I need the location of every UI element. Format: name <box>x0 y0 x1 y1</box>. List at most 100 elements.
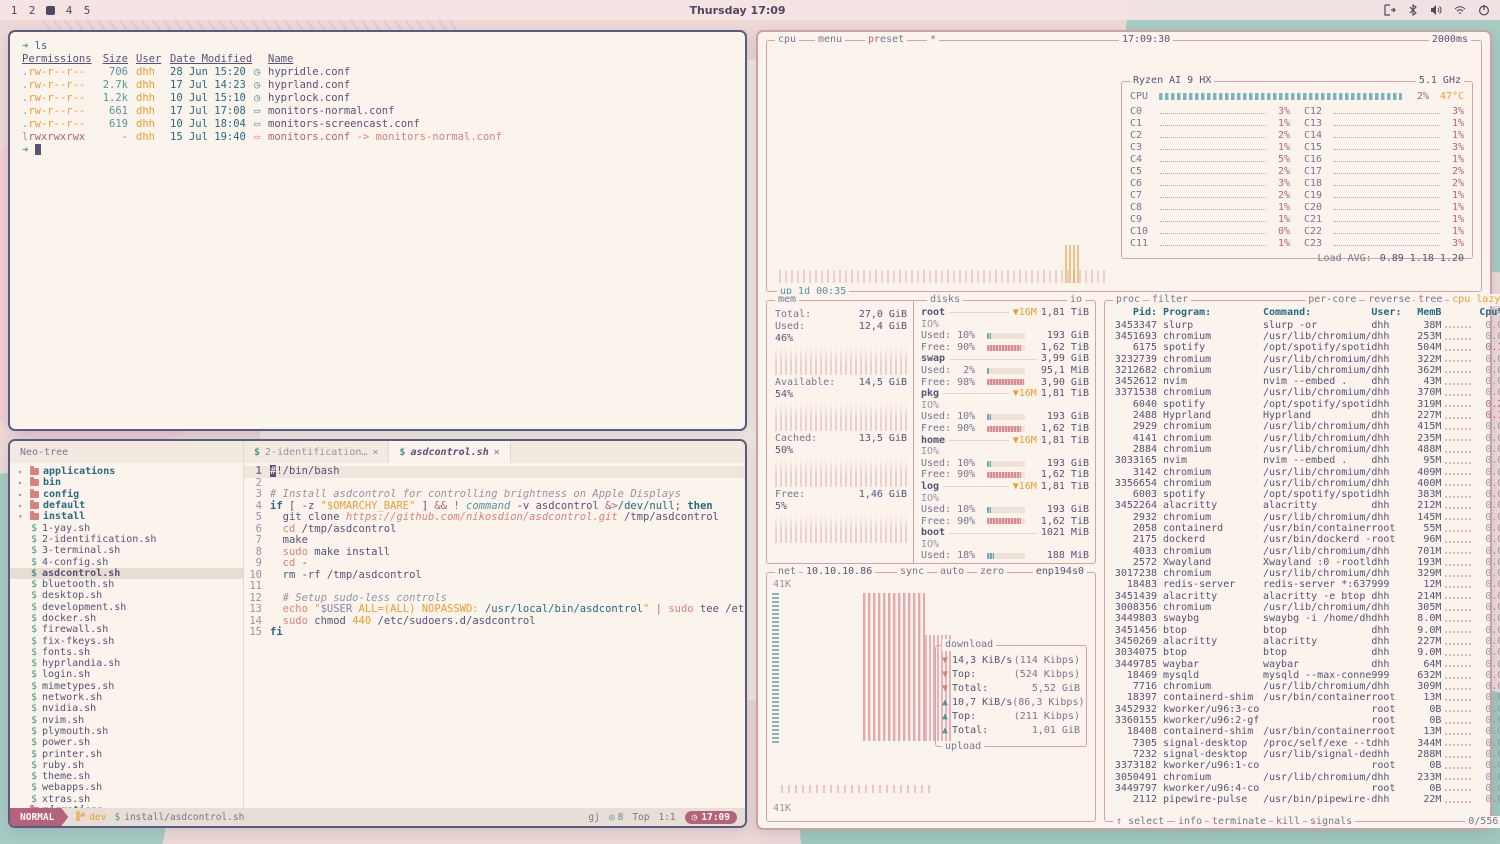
process-row[interactable]: 3212682chromium/usr/lib/chromium/dhh362M… <box>1111 365 1500 376</box>
process-row[interactable]: 2572XwaylandXwayland :0 -rootldhh193M0.0 <box>1111 557 1500 568</box>
info-button[interactable]: info <box>1175 816 1205 828</box>
close-icon[interactable]: × <box>372 447 378 458</box>
process-row[interactable]: 2932chromium/usr/lib/chromium/dhh145M0.0 <box>1111 512 1500 523</box>
process-row[interactable]: 3034075btopbtopdhh9.0M0.0 <box>1111 648 1500 659</box>
tree-item-file[interactable]: $plymouth.sh <box>10 726 243 737</box>
tree-item-file[interactable]: $printer.sh <box>10 748 243 759</box>
workspace[interactable]: 4 <box>65 4 73 17</box>
process-row[interactable]: 7716chromium/usr/lib/chromium/dhh309M0.0 <box>1111 682 1500 693</box>
process-row[interactable]: 2488HyprlandHyprlanddhh227M0.1 <box>1111 410 1500 421</box>
power-icon[interactable] <box>1478 4 1490 16</box>
workspace[interactable]: 1 <box>10 4 18 17</box>
reverse-toggle[interactable]: reverse <box>1365 294 1413 306</box>
process-row[interactable]: 3451693chromium/usr/lib/chromium/dhh253M… <box>1111 331 1500 342</box>
interface-name[interactable]: enp194s0 <box>1033 566 1087 578</box>
process-row[interactable]: 3449797kworker/u96:4-coroot0B0.0 <box>1111 783 1500 794</box>
process-row[interactable]: 3450269alacrittyalacrittydhh227M0.0 <box>1111 636 1500 647</box>
tree-item-file[interactable]: $2-identification.sh <box>10 534 243 545</box>
tree-item-file[interactable]: $desktop.sh <box>10 590 243 601</box>
tree-item-folder[interactable]: ▸default <box>10 500 243 511</box>
process-list[interactable]: 3453347slurpslurp -ordhh38M0.03451693chr… <box>1111 320 1500 813</box>
process-row[interactable]: 2112pipewire-pulse/usr/bin/pipewire-dhh2… <box>1111 794 1500 805</box>
process-row[interactable]: 18469mysqldmysqld --max-conne999632M0.0 <box>1111 670 1500 681</box>
tree-item-file[interactable]: $mimetypes.sh <box>10 681 243 692</box>
volume-icon[interactable] <box>1430 4 1442 16</box>
process-row[interactable]: 3452612nvimnvim --embed .dhh43M0.0 <box>1111 376 1500 387</box>
process-row[interactable]: 3453347slurpslurp -ordhh38M0.0 <box>1111 320 1500 331</box>
process-row[interactable]: 4033chromium/usr/lib/chromium/dhh701M0.0 <box>1111 546 1500 557</box>
sync-button[interactable]: sync <box>897 566 927 578</box>
process-row[interactable]: 18483redis-serverredis-server *:63799912… <box>1111 580 1500 591</box>
process-row[interactable]: 7305signal-desktop/proc/self/exe --tdhh3… <box>1111 738 1500 749</box>
tree-item-file[interactable]: $asdcontrol.sh <box>10 568 243 579</box>
disks-panel-title[interactable]: disks <box>927 294 963 306</box>
process-row[interactable]: 3142chromium/usr/lib/chromium/dhh409M0.0 <box>1111 467 1500 478</box>
terminal-window[interactable]: ➜ ls PermissionsSizeUserDate ModifiedNam… <box>8 30 747 431</box>
zero-button[interactable]: zero <box>977 566 1007 578</box>
process-row[interactable]: 18408containerd-shim/usr/bin/containerro… <box>1111 727 1500 738</box>
process-row[interactable]: 6003spotify/opt/spotify/spotidhh383M0.0 <box>1111 489 1500 500</box>
process-row[interactable]: 3050491chromium/usr/lib/chromium/dhh233M… <box>1111 772 1500 783</box>
auto-button[interactable]: auto <box>937 566 967 578</box>
tree-item-file[interactable]: $theme.sh <box>10 771 243 782</box>
tree-item-file[interactable]: $bluetooth.sh <box>10 579 243 590</box>
process-row[interactable]: 6175spotify/opt/spotify/spotidhh504M0.1 <box>1111 343 1500 354</box>
tree-item-file[interactable]: $4-config.sh <box>10 556 243 567</box>
buffer-tab[interactable]: $asdcontrol.sh× <box>389 441 510 463</box>
tree-item-folder[interactable]: ▸applications <box>10 466 243 477</box>
process-row[interactable]: 3451439alacrittyalacritty -e btopdhh214M… <box>1111 591 1500 602</box>
tree-item-file[interactable]: $firewall.sh <box>10 624 243 635</box>
preset-button[interactable]: preset <box>865 34 907 46</box>
tree-item-file[interactable]: $fix-fkeys.sh <box>10 635 243 646</box>
kill-button[interactable]: kill <box>1273 816 1303 828</box>
process-row[interactable]: 3373182kworker/u96:1-coroot0B0.0 <box>1111 761 1500 772</box>
tree-item-folder[interactable]: ▸bin <box>10 477 243 488</box>
menu-button[interactable]: menu <box>815 34 845 46</box>
tree-item-file[interactable]: $3-terminal.sh <box>10 545 243 556</box>
neotree-panel[interactable]: ▸applications▸bin▸config▸default▾install… <box>10 463 244 808</box>
system-tray[interactable] <box>1384 4 1490 16</box>
process-row[interactable]: 3451456btopbtopdhh9.0M0.0 <box>1111 625 1500 636</box>
process-row[interactable]: 3452264alacrittyalacrittydhh212M0.0 <box>1111 501 1500 512</box>
process-row[interactable]: 3232739chromium/usr/lib/chromium/dhh322M… <box>1111 354 1500 365</box>
tree-item-file[interactable]: $nvidia.sh <box>10 703 243 714</box>
tree-item-folder[interactable]: ▾install <box>10 511 243 522</box>
tree-toggle[interactable]: tree <box>1415 294 1445 306</box>
tree-item-file[interactable]: $hyprlandia.sh <box>10 658 243 669</box>
btop-window[interactable]: cpu menu preset * 17:09:30 2000ms Ryzen … <box>756 30 1492 830</box>
terminate-button[interactable]: terminate <box>1209 816 1269 828</box>
workspace-active[interactable] <box>46 6 55 15</box>
per-core-toggle[interactable]: per-core <box>1305 294 1359 306</box>
process-row[interactable]: 2175dockerd/usr/bin/dockerd -root96M0.0 <box>1111 535 1500 546</box>
process-row[interactable]: 2884chromium/usr/lib/chromium/dhh488M0.0 <box>1111 444 1500 455</box>
process-row[interactable]: 3017238chromium/usr/lib/chromium/dhh329M… <box>1111 569 1500 580</box>
process-row[interactable]: 2929chromium/usr/lib/chromium/dhh415M0.0 <box>1111 422 1500 433</box>
tree-item-folder[interactable]: ▸config <box>10 489 243 500</box>
bluetooth-icon[interactable] <box>1408 4 1418 16</box>
tree-item-file[interactable]: $nvim.sh <box>10 715 243 726</box>
tree-item-file[interactable]: $development.sh <box>10 602 243 613</box>
close-icon[interactable]: × <box>494 447 500 458</box>
tree-item-file[interactable]: $fonts.sh <box>10 647 243 658</box>
process-row[interactable]: 3360155kworker/u96:2-gfroot0B0.0 <box>1111 715 1500 726</box>
tree-item-file[interactable]: $xtras.sh <box>10 794 243 805</box>
logout-icon[interactable] <box>1384 4 1396 16</box>
tree-item-file[interactable]: $docker.sh <box>10 613 243 624</box>
process-row[interactable]: 3449785waybarwaybardhh64M0.0 <box>1111 659 1500 670</box>
process-row[interactable]: 6040spotify/opt/spotify/spotidhh319M0.2 <box>1111 399 1500 410</box>
sort-column[interactable]: cpu lazy <box>1449 294 1500 306</box>
filter-button[interactable]: filter <box>1149 294 1191 306</box>
process-row[interactable]: 3452932kworker/u96:3-coroot0B0.0 <box>1111 704 1500 715</box>
network-icon[interactable] <box>1454 4 1466 16</box>
buffer-tab[interactable]: $2-identification…× <box>244 441 389 463</box>
process-row[interactable]: 2058containerd/usr/bin/containerroot55M0… <box>1111 523 1500 534</box>
tree-item-file[interactable]: $power.sh <box>10 737 243 748</box>
tree-item-file[interactable]: $webapps.sh <box>10 782 243 793</box>
process-row[interactable]: 3008356chromium/usr/lib/chromium/dhh305M… <box>1111 602 1500 613</box>
workspace[interactable]: 5 <box>83 4 91 17</box>
process-row[interactable]: 18397containerd-shim/usr/bin/containerro… <box>1111 693 1500 704</box>
process-row[interactable]: 3449803swaybgswaybg -i /home/dhdhh8.0M0.… <box>1111 614 1500 625</box>
code-editor[interactable]: 1#!/bin/bash23# Install asdcontrol for c… <box>244 463 745 808</box>
tree-item-file[interactable]: $login.sh <box>10 669 243 680</box>
neovim-window[interactable]: Neo-tree $2-identification…×$asdcontrol.… <box>8 439 747 828</box>
